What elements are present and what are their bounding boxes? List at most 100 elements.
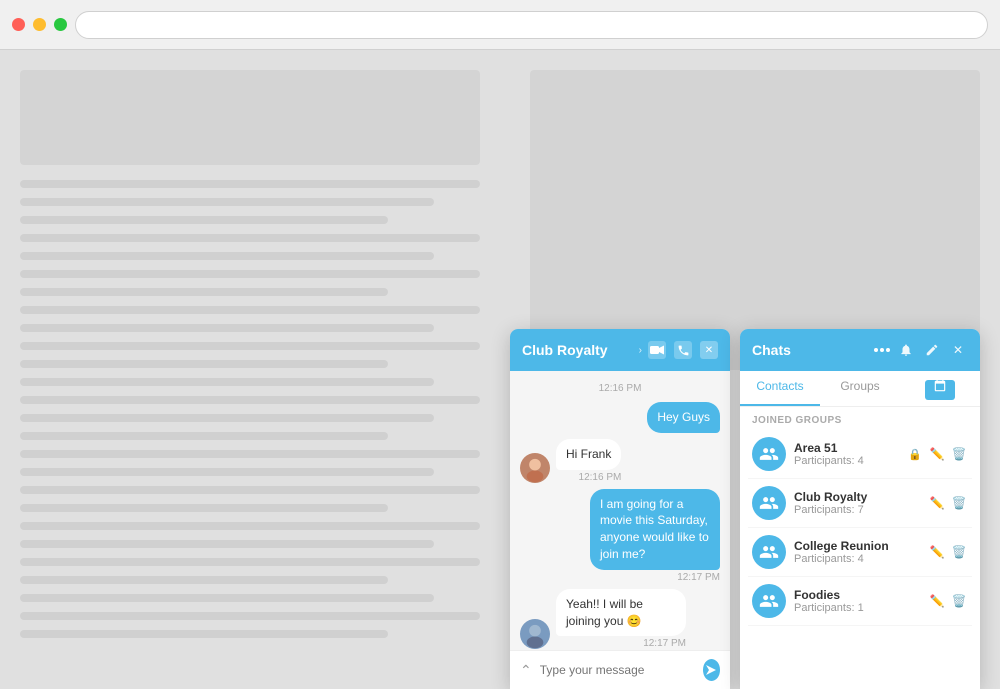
- joined-groups-label: JOINED GROUPS: [740, 407, 980, 430]
- traffic-light-green[interactable]: [54, 18, 67, 31]
- message-timestamp: 12:17 PM: [556, 638, 686, 649]
- group-info: Club Royalty Participants: 7: [794, 490, 920, 516]
- tab-groups[interactable]: Groups: [820, 371, 900, 406]
- group-participants: Participants: 7: [794, 504, 920, 516]
- bg-line: [20, 324, 434, 332]
- bg-line: [20, 558, 480, 566]
- chat-input-area: ⌃: [510, 650, 730, 689]
- chats-tabs: Contacts Groups: [740, 371, 980, 407]
- chat-window: Club Royalty › ✕ 12:16 PM: [510, 329, 730, 689]
- bg-line: [20, 414, 434, 422]
- calendar-icon: [925, 380, 955, 400]
- bg-line: [20, 522, 480, 530]
- bg-banner: [20, 70, 480, 165]
- edit-group-button[interactable]: ✏️: [928, 543, 946, 561]
- group-participants: Participants: 4: [794, 553, 920, 565]
- main-content: Club Royalty › ✕ 12:16 PM: [0, 50, 1000, 689]
- bg-line: [20, 216, 388, 224]
- bg-line: [20, 504, 388, 512]
- group-info: Area 51 Participants: 4: [794, 441, 898, 467]
- lock-icon: 🔒: [906, 445, 924, 463]
- delete-group-button[interactable]: 🗑️: [950, 445, 968, 463]
- edit-group-button[interactable]: ✏️: [928, 494, 946, 512]
- group-avatar: [752, 437, 786, 471]
- bg-right-panel: [530, 70, 980, 370]
- group-item[interactable]: Area 51 Participants: 4 🔒 ✏️ 🗑️: [748, 430, 972, 479]
- bg-line: [20, 180, 480, 188]
- bg-line: [20, 342, 480, 350]
- bg-line: [20, 252, 434, 260]
- chat-close-button[interactable]: ✕: [700, 341, 718, 359]
- phone-call-button[interactable]: [674, 341, 692, 359]
- bg-line: [20, 540, 434, 548]
- group-avatar: [752, 535, 786, 569]
- group-participants: Participants: 1: [794, 602, 920, 614]
- group-avatar: [752, 584, 786, 618]
- chats-panel-title: Chats: [752, 342, 866, 358]
- delete-group-button[interactable]: 🗑️: [950, 543, 968, 561]
- group-item[interactable]: Foodies Participants: 1 ✏️ 🗑️: [748, 577, 972, 626]
- tab-contacts[interactable]: Contacts: [740, 371, 820, 406]
- delete-group-button[interactable]: 🗑️: [950, 592, 968, 610]
- message-bubble-incoming: Hi Frank: [556, 439, 621, 470]
- notifications-button[interactable]: [896, 340, 916, 360]
- edit-group-button[interactable]: ✏️: [928, 445, 946, 463]
- bg-line: [20, 234, 480, 242]
- more-options-button[interactable]: [874, 348, 890, 352]
- group-name: Club Royalty: [794, 490, 920, 504]
- message-row: I am going for a movie this Saturday, an…: [520, 489, 720, 583]
- bg-line: [20, 432, 388, 440]
- bg-lines: [20, 180, 480, 638]
- bg-line: [20, 576, 388, 584]
- message-timestamp: 12:16 PM: [556, 472, 621, 483]
- chat-messages-area: 12:16 PM Hey Guys Hi Frank 12:16 PM I am…: [510, 371, 730, 650]
- edit-group-button[interactable]: ✏️: [928, 592, 946, 610]
- message-timestamp: 12:17 PM: [590, 572, 720, 583]
- browser-chrome: [0, 0, 1000, 50]
- chats-panel: Chats ✕ Contacts Groups: [740, 329, 980, 689]
- bg-line: [20, 630, 388, 638]
- bg-line: [20, 486, 480, 494]
- avatar: [520, 453, 550, 483]
- bg-line: [20, 198, 434, 206]
- bg-line: [20, 378, 434, 386]
- group-item[interactable]: College Reunion Participants: 4 ✏️ 🗑️: [748, 528, 972, 577]
- traffic-light-yellow[interactable]: [33, 18, 46, 31]
- avatar: [520, 619, 550, 649]
- bg-line: [20, 270, 480, 278]
- bg-line: [20, 612, 480, 620]
- address-bar[interactable]: [75, 11, 988, 39]
- tab-calendar[interactable]: [900, 371, 980, 406]
- chat-window-title: Club Royalty: [522, 342, 633, 358]
- group-actions: ✏️ 🗑️: [928, 543, 968, 561]
- group-item[interactable]: Club Royalty Participants: 7 ✏️ 🗑️: [748, 479, 972, 528]
- traffic-light-red[interactable]: [12, 18, 25, 31]
- bg-line: [20, 594, 434, 602]
- chat-message-input[interactable]: [540, 663, 695, 677]
- chats-close-button[interactable]: ✕: [948, 340, 968, 360]
- message-row: Yeah!! I will be joining you 😊 12:17 PM: [520, 589, 720, 650]
- group-participants: Participants: 4: [794, 455, 898, 467]
- compose-button[interactable]: [922, 340, 942, 360]
- chats-panel-header: Chats ✕: [740, 329, 980, 371]
- group-actions: 🔒 ✏️ 🗑️: [906, 445, 968, 463]
- group-actions: ✏️ 🗑️: [928, 494, 968, 512]
- group-name: Area 51: [794, 441, 898, 455]
- bg-line: [20, 468, 434, 476]
- send-message-button[interactable]: [703, 659, 720, 681]
- group-info: Foodies Participants: 1: [794, 588, 920, 614]
- chat-header: Club Royalty › ✕: [510, 329, 730, 371]
- chat-header-actions: ✕: [648, 341, 718, 359]
- group-avatar: [752, 486, 786, 520]
- bg-line: [20, 450, 480, 458]
- chats-header-actions: ✕: [874, 340, 968, 360]
- group-info: College Reunion Participants: 4: [794, 539, 920, 565]
- video-call-button[interactable]: [648, 341, 666, 359]
- chat-input-expand[interactable]: ⌃: [520, 662, 532, 679]
- bg-line: [20, 288, 388, 296]
- delete-group-button[interactable]: 🗑️: [950, 494, 968, 512]
- bg-line: [20, 396, 480, 404]
- group-name: College Reunion: [794, 539, 920, 553]
- chat-expand-chevron[interactable]: ›: [639, 345, 642, 356]
- bg-line: [20, 360, 388, 368]
